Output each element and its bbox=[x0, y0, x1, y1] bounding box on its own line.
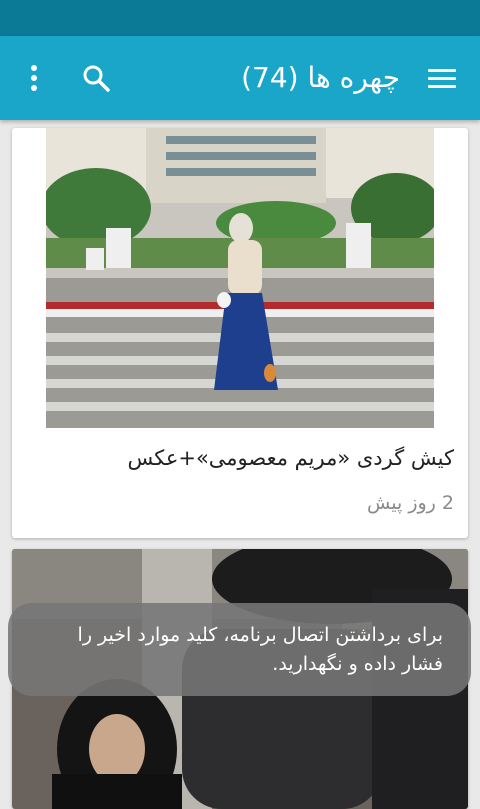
status-bar bbox=[0, 0, 480, 36]
search-button[interactable] bbox=[66, 36, 126, 120]
menu-button[interactable] bbox=[412, 36, 472, 120]
toast-line: برای برداشتن اتصال برنامه، کلید موارد اخ… bbox=[77, 624, 443, 646]
page-title: چهره ها (74) bbox=[241, 61, 400, 94]
news-photo bbox=[46, 128, 434, 428]
hamburger-menu-icon bbox=[428, 64, 456, 93]
news-title[interactable]: کیش گردی «مریم معصومی»+عکس bbox=[127, 446, 454, 470]
toast-line: فشار داده و نگهدارید. bbox=[272, 653, 443, 675]
toast-message: برای برداشتن اتصال برنامه، کلید موارد اخ… bbox=[8, 603, 471, 696]
more-vert-icon bbox=[31, 61, 37, 95]
news-timestamp: 2 روز پیش bbox=[367, 492, 454, 514]
app-bar: چهره ها (74) bbox=[0, 36, 480, 120]
search-icon bbox=[83, 65, 110, 92]
news-card[interactable]: کیش گردی «مریم معصومی»+عکس 2 روز پیش bbox=[12, 128, 468, 538]
overflow-menu-button[interactable] bbox=[4, 36, 64, 120]
